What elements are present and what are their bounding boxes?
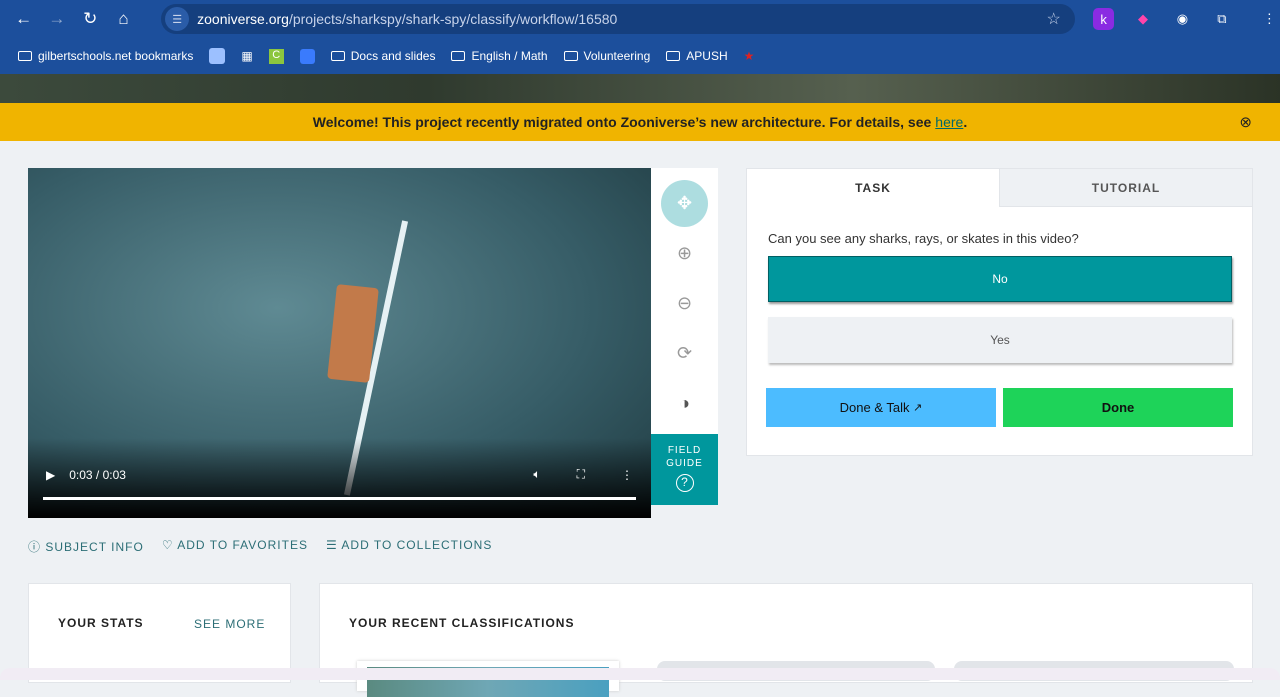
list-icon: ☰ (325, 538, 338, 552)
details-link[interactable]: here (935, 114, 963, 130)
tab-tutorial[interactable]: TUTORIAL (999, 169, 1252, 207)
field-guide-button[interactable]: FIELD GUIDE ? (651, 434, 718, 505)
add-to-favorites-button[interactable]: ♡ ADD TO FAVORITES (162, 538, 308, 555)
close-icon[interactable]: ⊗ (1239, 113, 1252, 131)
folder-icon (563, 51, 578, 61)
star-bookmark-icon[interactable]: ★ (744, 49, 755, 63)
subject-video[interactable]: ▶ 0:03 / 0:03 🔈︎ ⛶ ⋮ (28, 168, 651, 518)
bookmark-managed[interactable]: gilbertschools.net bookmarks (18, 49, 193, 63)
announcement-banner: Welcome! This project recently migrated … (0, 103, 1280, 141)
play-icon[interactable]: ▶ (46, 468, 55, 482)
see-more-link[interactable]: SEE MORE (194, 617, 265, 631)
more-options-icon[interactable]: ⋮ (621, 468, 633, 482)
menu-icon[interactable]: ⋮ (1259, 8, 1280, 30)
back-icon[interactable]: ← (10, 5, 37, 33)
move-tool[interactable]: ✥ (651, 178, 718, 228)
folder-icon (330, 51, 345, 61)
home-icon[interactable]: ⌂ (110, 5, 137, 33)
info-icon: ⓘ (28, 540, 42, 554)
c-app-icon[interactable]: C (268, 48, 284, 64)
bookmark-folder[interactable]: English / Math (451, 49, 548, 63)
project-header-image (0, 74, 1280, 103)
fullscreen-icon[interactable]: ⛶ (577, 467, 585, 482)
help-icon: ? (675, 474, 694, 492)
recent-title: YOUR RECENT CLASSIFICATIONS (349, 616, 575, 630)
answer-yes-button[interactable]: Yes (768, 317, 1232, 363)
folder-icon (18, 51, 32, 61)
extension-icon[interactable]: ◉ (1172, 8, 1193, 30)
extension-icon[interactable]: ◆ (1132, 8, 1153, 30)
reload-icon[interactable]: ↻ (77, 5, 104, 33)
tab-task[interactable]: TASK (747, 169, 999, 207)
invert-icon[interactable]: ◑ (651, 378, 718, 428)
zoom-out-icon[interactable]: ⊖ (651, 278, 718, 328)
bookmark-folder[interactable]: Docs and slides (330, 49, 435, 63)
move-icon: ✥ (661, 179, 708, 227)
extensions-puzzle-icon[interactable]: ⧉ (1211, 8, 1232, 30)
volume-icon[interactable]: 🔈︎ (533, 467, 540, 482)
external-link-icon: ↗ (913, 402, 923, 414)
stats-title: YOUR STATS (58, 616, 144, 630)
bookmark-folder[interactable]: APUSH (666, 49, 728, 63)
extension-k-icon[interactable]: k (1092, 8, 1115, 30)
heart-icon: ♡ (161, 538, 174, 552)
subject-meta-bar: ⓘ SUBJECT INFO ♡ ADD TO FAVORITES ☰ ADD … (28, 538, 492, 555)
folder-icon (666, 51, 681, 61)
done-and-talk-button[interactable]: Done & Talk ↗ (766, 388, 996, 427)
task-panel: TASK TUTORIAL Can you see any sharks, ra… (746, 168, 1253, 456)
app-icon[interactable] (299, 48, 315, 64)
video-controls: ▶ 0:03 / 0:03 🔈︎ ⛶ ⋮ (28, 438, 651, 518)
done-button[interactable]: Done (1003, 388, 1233, 427)
image-toolbar: ✥ ⊕ ⊖ ⟳ ◑ FIELD GUIDE ? (651, 168, 718, 505)
site-settings-icon[interactable]: ☰ (165, 7, 190, 31)
os-shelf (0, 668, 1280, 680)
bookmark-folder[interactable]: Volunteering (563, 49, 650, 63)
video-time: 0:03 / 0:03 (69, 467, 126, 482)
add-to-collections-button[interactable]: ☰ ADD TO COLLECTIONS (326, 538, 492, 555)
video-progress-slider[interactable] (43, 497, 636, 500)
app-icon[interactable] (209, 48, 226, 64)
apps-grid-icon[interactable]: ▦ (241, 49, 252, 63)
bookmark-star-icon[interactable]: ☆ (1047, 9, 1061, 29)
folder-icon (451, 51, 466, 61)
address-bar[interactable]: ☰ zooniverse.org/projects/sharkspy/shark… (161, 4, 1075, 34)
rotate-icon[interactable]: ⟳ (651, 328, 718, 378)
answer-no-button[interactable]: No (768, 256, 1232, 302)
forward-icon[interactable]: → (43, 5, 70, 33)
browser-chrome: ← → ↻ ⌂ ☰ zooniverse.org/projects/sharks… (0, 0, 1280, 74)
subject-info-button[interactable]: ⓘ SUBJECT INFO (28, 538, 144, 555)
task-question: Can you see any sharks, rays, or skates … (768, 231, 1079, 246)
zoom-in-icon[interactable]: ⊕ (651, 228, 718, 278)
